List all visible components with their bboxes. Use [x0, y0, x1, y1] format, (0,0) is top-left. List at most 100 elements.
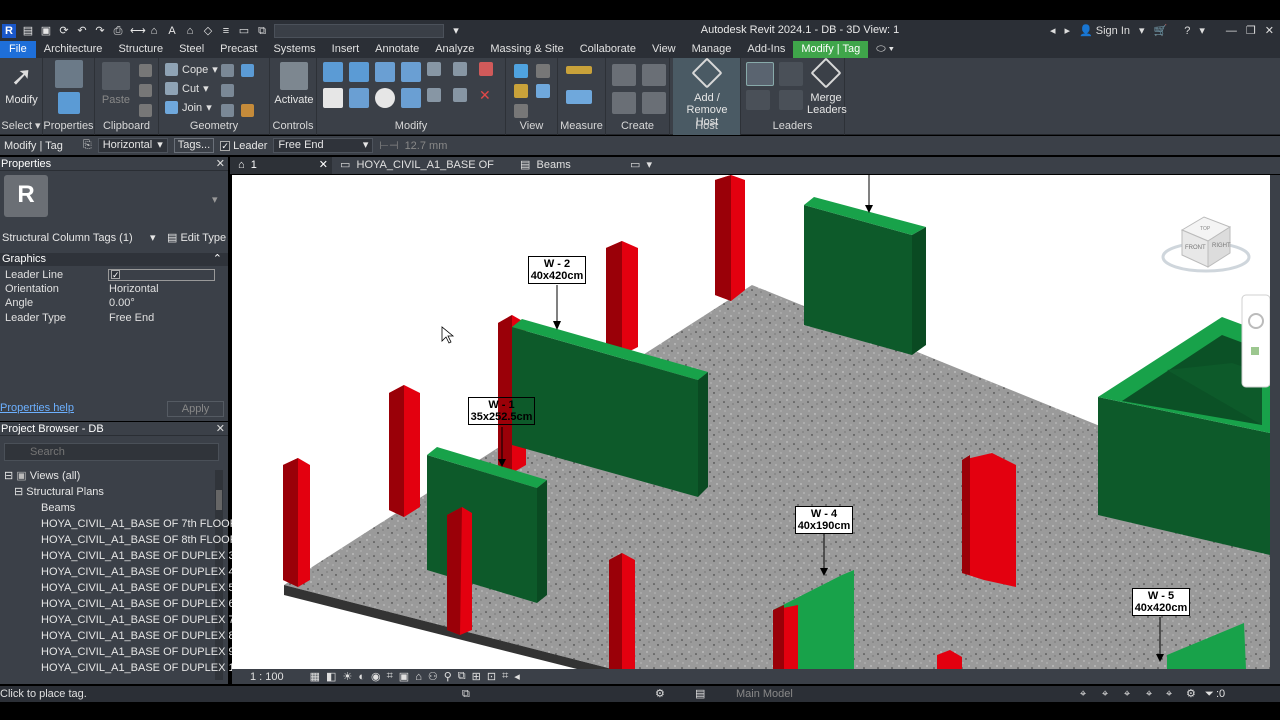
create-group-icon[interactable] [612, 92, 636, 114]
remove-leader-icon[interactable] [779, 62, 803, 86]
tab-architecture[interactable]: Architecture [36, 41, 111, 58]
temp-hide-icon[interactable]: ⚇ [428, 670, 438, 683]
tag-w1[interactable]: W - 1 35x252.5cm [468, 397, 535, 425]
split-face-icon[interactable] [241, 64, 254, 77]
minimize-icon[interactable]: — [1226, 25, 1237, 37]
leader-length-field[interactable]: 12.7 mm [405, 140, 448, 152]
workset-dropdown[interactable] [274, 23, 444, 38]
column-7[interactable] [609, 553, 635, 669]
wall-joins-icon[interactable] [221, 64, 234, 77]
restore-icon[interactable]: ❐ [1246, 24, 1256, 37]
ribbon-minimize-toggle[interactable]: ⬭ ▾ [868, 41, 902, 58]
rotate-icon[interactable] [375, 88, 395, 108]
select-pinned-icon[interactable]: ⌖ [1124, 686, 1130, 702]
tab-structure[interactable]: Structure [110, 41, 171, 58]
tab-modify-tag[interactable]: Modify | Tag [793, 41, 869, 58]
tab-collaborate[interactable]: Collaborate [572, 41, 644, 58]
browser-item[interactable]: HOYA_CIVIL_A1_BASE OF DUPLEX 5 [41, 580, 235, 596]
help-dropdown-icon[interactable]: ▾ [1199, 24, 1205, 37]
pin-icon[interactable] [479, 62, 493, 76]
tab-view[interactable]: View [644, 41, 684, 58]
leader-checkbox[interactable]: ✓ [220, 140, 231, 151]
hide-elements-icon[interactable] [514, 104, 528, 118]
column-1[interactable] [715, 175, 745, 301]
type-selector[interactable]: Structural Column Tags (1) ▾ [0, 230, 160, 247]
tab-systems[interactable]: Systems [265, 41, 323, 58]
column-2[interactable] [606, 241, 638, 355]
cope-button[interactable]: Cope ▾ [165, 63, 218, 76]
unjoin-icon[interactable] [221, 84, 234, 97]
match-type-icon[interactable] [139, 104, 152, 117]
create-similar-icon[interactable] [642, 92, 666, 114]
hide-icon[interactable] [536, 64, 550, 78]
browser-item[interactable]: HOYA_CIVIL_A1_BASE OF DUPLEX 9 [41, 644, 235, 660]
browser-item[interactable]: HOYA_CIVIL_A1_BASE OF DUPLEX 10 [41, 660, 241, 676]
browser-item[interactable]: HOYA_CIVIL_A1_BASE OF 8th FLOOR [41, 532, 238, 548]
help-icon[interactable]: ? [1184, 25, 1190, 37]
3d-view-icon[interactable]: ⌂ [184, 25, 196, 37]
close-icon[interactable]: ✕ [1265, 24, 1274, 37]
leader-type-select[interactable]: Free End ▾ [273, 138, 374, 153]
tab-add-ins[interactable]: Add-Ins [739, 41, 793, 58]
tag-icon[interactable]: ⌂ [148, 25, 160, 37]
properties-button[interactable] [55, 92, 83, 118]
active-model[interactable]: Main Model [736, 686, 793, 702]
tab-file[interactable]: File [0, 41, 36, 58]
navigation-bar[interactable] [1241, 294, 1270, 388]
split-gap-icon[interactable] [453, 62, 467, 76]
create-parts-icon[interactable] [642, 64, 666, 86]
tree-structural-plans[interactable]: ⊟ Structural Plans [14, 484, 104, 500]
add-leader-icon[interactable] [746, 62, 774, 86]
split-icon[interactable] [427, 62, 441, 76]
browser-item[interactable]: Beams [41, 500, 75, 516]
tab-insert[interactable]: Insert [324, 41, 368, 58]
reveal-hidden-icon[interactable]: ⚲ [444, 670, 452, 683]
view-scale[interactable]: 1 : 100 [250, 671, 284, 683]
dimension-icon[interactable] [566, 90, 592, 104]
graphics-group-header[interactable]: Graphics ⌃ [0, 253, 228, 266]
copy-element-icon[interactable] [349, 88, 369, 108]
customize-qat-icon[interactable]: ▾ [450, 25, 462, 37]
column-6[interactable] [447, 507, 472, 635]
prop-row-angle[interactable]: Angle 0.00° [0, 296, 228, 310]
tab-manage[interactable]: Manage [684, 41, 740, 58]
tab-switcher[interactable]: ▭ ▾ [622, 157, 660, 174]
edit-type-button[interactable]: ▤ Edit Type [167, 230, 226, 247]
merge-leaders-button[interactable]: Merge Leaders [807, 57, 847, 116]
measure-icon[interactable] [566, 66, 592, 74]
close-hidden-icon[interactable]: ▭ [238, 25, 250, 37]
close-browser-icon[interactable]: ✕ [216, 422, 225, 436]
user-icon[interactable]: 👤 [1079, 24, 1093, 37]
render-icon[interactable]: ◉ [371, 670, 381, 683]
thin-lines-icon[interactable]: ≡ [220, 25, 232, 37]
tab-massing-site[interactable]: Massing & Site [482, 41, 571, 58]
browser-item[interactable]: HOYA_CIVIL_A1_BASE OF DUPLEX 7 [41, 612, 235, 628]
apply-button[interactable]: Apply [167, 401, 224, 417]
leader-line-checkbox-field[interactable]: ✓ [108, 269, 215, 281]
mirror-draw-icon[interactable] [401, 62, 421, 82]
select-underlay-icon[interactable]: ⌖ [1102, 686, 1108, 702]
tab-annotate[interactable]: Annotate [367, 41, 427, 58]
cut-clipboard-icon[interactable] [139, 64, 152, 77]
crop-view-icon[interactable]: ⌗ [387, 670, 393, 683]
browser-item[interactable]: HOYA_CIVIL_A1_BASE OF DUPLEX 3 [41, 548, 235, 564]
scale-icon[interactable] [453, 88, 467, 102]
tag-w5[interactable]: W - 5 40x420cm [1132, 588, 1190, 616]
tab-3d-view-1[interactable]: ⌂ 1 ✕ [230, 157, 332, 174]
sync-icon[interactable]: ⟳ [58, 25, 70, 37]
offset-icon[interactable] [349, 62, 369, 82]
tag-w2[interactable]: W - 2 40x420cm [528, 256, 586, 284]
model-icon[interactable]: ▤ [695, 686, 705, 702]
open-icon[interactable]: ▤ [22, 25, 34, 37]
background-processes-icon[interactable]: ⚙ [1186, 686, 1196, 702]
print-icon[interactable]: ⎙ [112, 25, 124, 37]
filter-icon[interactable]: ⏷ [1205, 686, 1214, 702]
modify-button[interactable]: ➚ Modify [4, 62, 39, 106]
tab-beams[interactable]: ▤ Beams [512, 157, 622, 174]
type-properties-button[interactable] [53, 60, 85, 92]
select-by-face-icon[interactable]: ⌖ [1146, 686, 1152, 702]
constraints-icon[interactable]: ⌗ [502, 670, 508, 683]
drag-elements-icon[interactable]: ⌖ [1166, 686, 1172, 702]
activate-button[interactable]: Activate [272, 62, 316, 106]
leader-type-icon[interactable] [746, 90, 770, 110]
